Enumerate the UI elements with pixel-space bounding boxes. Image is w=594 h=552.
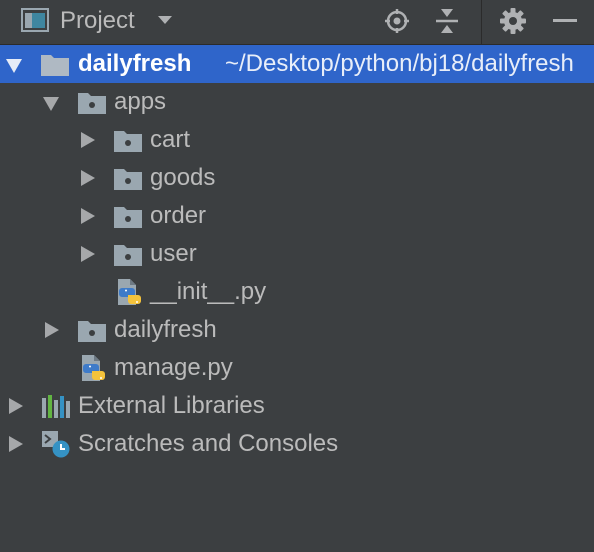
panel-title[interactable]: Project: [60, 6, 135, 36]
project-tree: dailyfresh ~/Desktop/python/bj18/dailyfr…: [0, 45, 594, 463]
tree-item-apps[interactable]: apps: [0, 83, 594, 121]
tree-item-label: __init__.py: [150, 278, 267, 305]
package-icon: [114, 207, 142, 228]
collapse-all-icon[interactable]: [432, 6, 462, 36]
expanded-arrow-icon[interactable]: [42, 83, 62, 121]
package-icon: [114, 131, 142, 152]
package-icon: [114, 245, 142, 266]
python-file-icon: [118, 279, 141, 305]
project-view-icon: [21, 8, 49, 32]
gear-icon[interactable]: [498, 6, 528, 36]
tree-item-label: Scratches and Consoles: [78, 430, 339, 457]
project-toolbar: Project: [0, 0, 594, 45]
tree-item-label: apps: [114, 88, 167, 115]
locate-icon[interactable]: [382, 6, 412, 36]
tree-item-dailyfresh-package[interactable]: dailyfresh: [0, 311, 594, 349]
collapsed-arrow-icon[interactable]: [42, 311, 62, 349]
tree-item-scratches[interactable]: Scratches and Consoles: [0, 425, 594, 463]
hide-icon[interactable]: [550, 6, 580, 36]
expanded-arrow-icon[interactable]: [5, 45, 25, 83]
collapsed-arrow-icon[interactable]: [6, 425, 26, 463]
tree-item-cart[interactable]: cart: [0, 121, 594, 159]
tree-item-label: manage.py: [114, 354, 233, 381]
package-icon: [114, 169, 142, 190]
folder-icon: [41, 55, 69, 76]
tree-item-label: dailyfresh: [114, 316, 217, 343]
tree-item-init-py[interactable]: __init__.py: [0, 273, 594, 311]
collapsed-arrow-icon[interactable]: [78, 121, 98, 159]
tree-item-label: External Libraries: [78, 392, 265, 419]
tree-item-label: user: [150, 240, 197, 267]
collapsed-arrow-icon[interactable]: [6, 387, 26, 425]
toolbar-separator: [481, 0, 482, 44]
tree-item-order[interactable]: order: [0, 197, 594, 235]
python-file-icon: [82, 355, 105, 381]
tree-item-external-libraries[interactable]: External Libraries: [0, 387, 594, 425]
tree-item-label: goods: [150, 164, 216, 191]
tree-item-label: cart: [150, 126, 191, 153]
project-tool-window: Project dailyfresh ~/Desktop/python/bj18…: [0, 0, 594, 552]
library-icon: [42, 395, 70, 418]
collapsed-arrow-icon[interactable]: [78, 159, 98, 197]
chevron-down-icon[interactable]: [158, 16, 172, 24]
tree-item-goods[interactable]: goods: [0, 159, 594, 197]
package-icon: [78, 93, 106, 114]
tree-item-label: order: [150, 202, 207, 229]
collapsed-arrow-icon[interactable]: [78, 235, 98, 273]
scratches-icon: [42, 431, 70, 458]
package-icon: [78, 321, 106, 342]
collapsed-arrow-icon[interactable]: [78, 197, 98, 235]
project-path: ~/Desktop/python/bj18/dailyfresh: [225, 50, 574, 77]
tree-item-user[interactable]: user: [0, 235, 594, 273]
tree-item-label: dailyfresh: [78, 50, 192, 77]
tree-item-manage-py[interactable]: manage.py: [0, 349, 594, 387]
tree-item-root[interactable]: dailyfresh ~/Desktop/python/bj18/dailyfr…: [0, 45, 594, 83]
